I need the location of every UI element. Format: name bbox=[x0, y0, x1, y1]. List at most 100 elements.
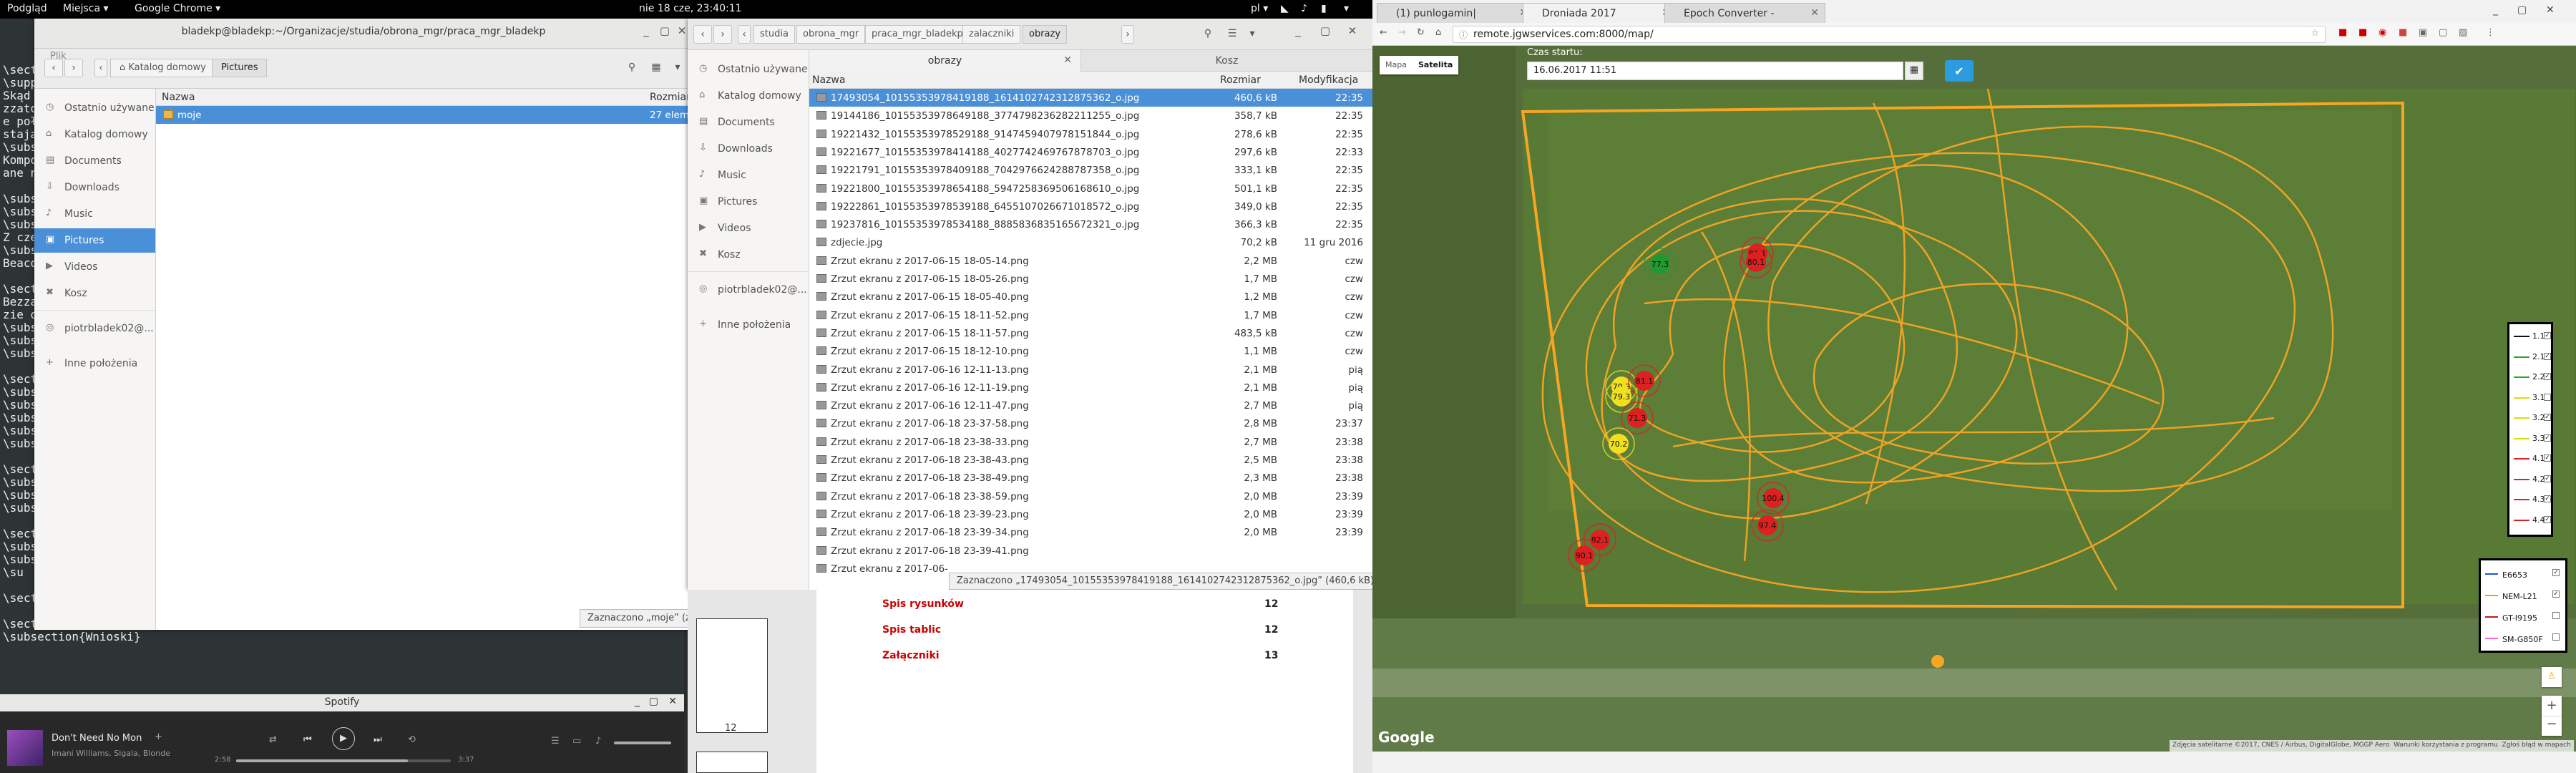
reload-icon[interactable]: ↻ bbox=[1417, 27, 1425, 38]
maximize-icon[interactable]: ▢ bbox=[1317, 24, 1333, 40]
next-icon[interactable]: ⏭ bbox=[374, 734, 382, 745]
map-area[interactable]: 77.381.180.170.379.371.370.281.1100.497.… bbox=[1372, 46, 2576, 752]
minimize-icon[interactable]: _ bbox=[635, 696, 640, 707]
sidebar-item-2[interactable]: ▤ Documents bbox=[688, 110, 809, 135]
places-menu[interactable]: Miejsca ▾ bbox=[63, 3, 109, 14]
tab-3[interactable]: Epoch Converter - ✕ bbox=[1664, 3, 1825, 23]
repeat-icon[interactable]: ⟲ bbox=[408, 734, 416, 745]
maximize-icon[interactable]: ▢ bbox=[2517, 4, 2527, 16]
device-checkbox[interactable]: ✓ bbox=[2552, 569, 2560, 576]
legend-checkbox[interactable]: ✓ bbox=[2544, 515, 2551, 523]
sidebar-item-3[interactable]: ⇩ Downloads bbox=[688, 137, 809, 161]
sidebar-item-5[interactable]: ▣ Pictures bbox=[688, 190, 809, 214]
map-type-map[interactable]: Mapa bbox=[1380, 56, 1413, 74]
sidebar-item-0[interactable]: ◷ Ostatnio używane bbox=[688, 57, 809, 82]
page-thumbnail[interactable] bbox=[696, 618, 768, 733]
file-row[interactable]: Zrzut ekranu z 2017-06-15 18-05-26.png 1,… bbox=[809, 270, 1372, 288]
position-dot[interactable] bbox=[1931, 655, 1944, 668]
legend-checkbox[interactable]: ✓ bbox=[2544, 373, 2551, 380]
view-options-icon[interactable]: ▾ bbox=[1243, 25, 1262, 44]
terms-link[interactable]: Warunki korzystania z programu bbox=[2394, 742, 2498, 749]
forward-icon[interactable]: › bbox=[713, 25, 732, 44]
tab-2[interactable]: Droniada 2017✕ bbox=[1523, 3, 1677, 23]
crumb-3[interactable]: zalaczniki bbox=[962, 25, 1021, 44]
file-row[interactable]: Zrzut ekranu z 2017-06-18 23-39-34.png 2,… bbox=[809, 523, 1372, 541]
file-manager-window[interactable]: bladekp@bladekp:~/Organizacje/studia/obr… bbox=[34, 19, 693, 630]
file-row[interactable]: Zrzut ekranu z 2017-06-15 18-12-10.png 1,… bbox=[809, 342, 1372, 360]
crumb-2[interactable]: praca_mgr_bladekp bbox=[865, 25, 970, 44]
legend-checkbox[interactable]: ✓ bbox=[2544, 475, 2551, 482]
file-row[interactable]: 19221800_10155353978654188_5947258369506… bbox=[809, 180, 1372, 198]
info-icon[interactable]: ⓘ bbox=[1459, 29, 1468, 41]
play-icon[interactable]: ▶ bbox=[332, 727, 355, 750]
devices-icon[interactable]: ▭ bbox=[572, 736, 581, 747]
previous-icon[interactable]: ⏮ bbox=[303, 734, 312, 745]
queue-icon[interactable]: ☰ bbox=[551, 736, 560, 747]
file-row[interactable]: Zrzut ekranu z 2017-06-18 23-39-23.png 2,… bbox=[809, 505, 1372, 523]
crumb-4[interactable]: obrazy bbox=[1023, 25, 1068, 44]
legend-checkbox[interactable]: ✓ bbox=[2544, 352, 2551, 360]
view-options-icon[interactable]: ▾ bbox=[668, 59, 687, 77]
extension-icon[interactable]: ▢ bbox=[2439, 27, 2447, 38]
legend-checkbox[interactable]: ✓ bbox=[2544, 332, 2551, 339]
track-artist[interactable]: Imani Williams, Sigala, Blonde bbox=[52, 749, 170, 758]
legend-checkbox[interactable]: ✓ bbox=[2544, 454, 2551, 462]
volume-slider[interactable] bbox=[614, 742, 671, 744]
sidebar-item-7[interactable]: ✖ Kosz bbox=[688, 243, 809, 267]
maximize-icon[interactable]: ▢ bbox=[649, 696, 658, 707]
add-icon[interactable]: + bbox=[155, 731, 162, 742]
sidebar-item-1[interactable]: ⌂ Katalog domowy bbox=[688, 84, 809, 108]
title-bar[interactable]: Spotify _ ▢ ✕ bbox=[0, 694, 684, 711]
file-row[interactable]: Zrzut ekranu z 2017-06-15 18-05-14.png 2,… bbox=[809, 252, 1372, 270]
progress-bar[interactable] bbox=[236, 759, 451, 762]
column-size[interactable]: Rozmiar bbox=[650, 92, 691, 103]
sidebar-item-8[interactable]: ◎ piotrbladek02@... bbox=[688, 278, 809, 302]
close-icon[interactable]: ✕ bbox=[668, 696, 677, 707]
sidebar-item-4[interactable]: ♪ Music bbox=[688, 163, 809, 188]
column-size[interactable]: Rozmiar bbox=[1220, 74, 1261, 86]
search-icon[interactable]: ⚲ bbox=[623, 59, 641, 77]
close-icon[interactable]: ✕ bbox=[1345, 24, 1360, 40]
crumb-left-icon[interactable]: ‹ bbox=[94, 59, 107, 77]
tab-kosz[interactable]: Kosz bbox=[1081, 50, 1372, 72]
address-bar[interactable]: ⓘ remote.jgwservices.com:8000/map/ ☆ bbox=[1453, 26, 2326, 43]
report-link[interactable]: Zgłoś błąd w mapach bbox=[2502, 742, 2571, 749]
network-icon[interactable]: ◣ bbox=[1281, 3, 1289, 14]
sidebar-item-2[interactable]: ▤ Documents bbox=[34, 149, 155, 173]
view-grid-icon[interactable]: ▦ bbox=[647, 59, 665, 77]
file-row[interactable]: 19221677_10155353978414188_4027742469767… bbox=[809, 143, 1372, 161]
file-row[interactable]: 19144186_10155353978649188_3774798236282… bbox=[809, 107, 1372, 125]
sidebar-item-4[interactable]: ♪ Music bbox=[34, 202, 155, 226]
extension-icon[interactable]: ■ bbox=[2358, 27, 2367, 38]
spotify-window[interactable]: Spotify _ ▢ ✕ Don't Need No Mon Imani Wi… bbox=[0, 694, 684, 773]
crumb-home[interactable]: ⌂ Katalog domowy bbox=[110, 59, 215, 77]
legend-checkbox[interactable]: ✓ bbox=[2544, 495, 2551, 502]
volume-icon[interactable]: ♪ bbox=[1301, 3, 1307, 14]
minimize-icon[interactable]: _ bbox=[638, 24, 654, 40]
device-checkbox[interactable] bbox=[2552, 633, 2560, 641]
bookmark-star-icon[interactable]: ☆ bbox=[2311, 28, 2319, 39]
track-title[interactable]: Don't Need No Mon bbox=[52, 733, 142, 744]
volume-icon[interactable]: ♪ bbox=[595, 736, 601, 747]
folder-row[interactable]: moje 27 elem bbox=[156, 106, 693, 124]
file-row[interactable]: Zrzut ekranu z 2017-06-16 12-11-19.png 2,… bbox=[809, 379, 1372, 397]
keyboard-layout[interactable]: pl ▾ bbox=[1251, 3, 1268, 14]
file-row[interactable]: Zrzut ekranu z 2017-06-15 18-11-52.png 1,… bbox=[809, 306, 1372, 324]
file-row[interactable]: Zrzut ekranu z 2017-06-15 18-05-40.png 1,… bbox=[809, 288, 1372, 306]
battery-icon[interactable]: ▮ bbox=[1321, 3, 1327, 14]
home-icon[interactable]: ⌂ bbox=[1435, 27, 1441, 38]
extension-icon[interactable]: ◉ bbox=[2379, 27, 2386, 38]
file-manager-window-2[interactable]: ‹ › ‹ studia obrona_mgr praca_mgr_bladekp z… bbox=[688, 19, 1372, 590]
map-type-satellite[interactable]: Satelita bbox=[1413, 56, 1458, 74]
file-row[interactable]: Zrzut ekranu z 2017-06-18 23-38-59.png 2,… bbox=[809, 487, 1372, 505]
sidebar-item-8[interactable]: ◎ piotrbladek02@... bbox=[34, 316, 155, 341]
pegman-icon[interactable]: ♙ bbox=[2542, 667, 2562, 687]
close-tab-icon[interactable]: ✕ bbox=[1063, 54, 1072, 66]
file-row[interactable]: 19221791_10155353978409188_7042976624288… bbox=[809, 161, 1372, 179]
legend-checkbox[interactable]: ✓ bbox=[2544, 434, 2551, 442]
sidebar-item-5[interactable]: ▣ Pictures bbox=[34, 228, 155, 253]
minimize-icon[interactable]: _ bbox=[1290, 24, 1306, 40]
close-tab-icon[interactable]: ✕ bbox=[1810, 7, 1819, 19]
activities-menu[interactable]: Podgląd bbox=[7, 3, 47, 14]
extension-icon[interactable]: ▨ bbox=[2459, 27, 2467, 38]
